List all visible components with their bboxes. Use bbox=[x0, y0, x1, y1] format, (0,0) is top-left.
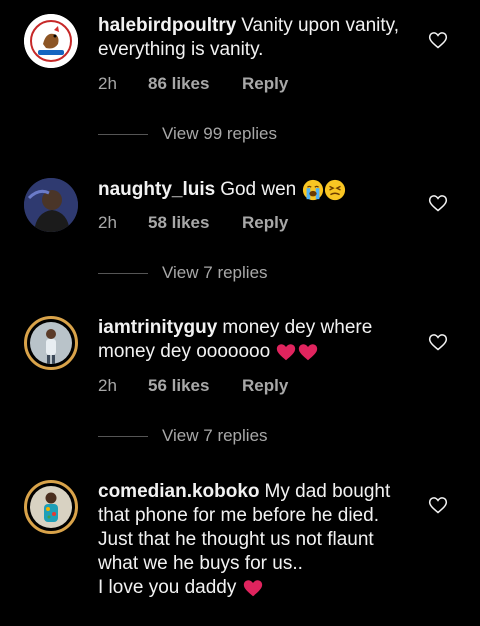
comment-body-line: I love you daddy bbox=[98, 577, 237, 598]
persevering-face-icon bbox=[324, 179, 345, 201]
red-heart-icon bbox=[243, 580, 262, 597]
avatar[interactable] bbox=[24, 480, 78, 534]
avatar[interactable] bbox=[24, 14, 78, 68]
like-heart-icon[interactable] bbox=[428, 193, 448, 213]
comment-body: God wen bbox=[220, 179, 297, 200]
like-heart-icon[interactable] bbox=[428, 30, 448, 50]
comment-text: iamtrinityguy money dey where money dey o… bbox=[98, 316, 418, 364]
profile-photo-icon bbox=[24, 178, 78, 232]
view-replies-label: View 7 replies bbox=[162, 426, 268, 445]
comment-text: comedian.koboko My dad bought that phone … bbox=[98, 480, 418, 600]
divider-line bbox=[98, 133, 148, 135]
likes-count[interactable]: 86 likes bbox=[148, 74, 242, 94]
red-heart-icon bbox=[277, 344, 296, 361]
likes-count[interactable]: 58 likes bbox=[148, 213, 242, 233]
like-heart-icon[interactable] bbox=[428, 495, 448, 515]
profile-photo-icon bbox=[30, 322, 72, 364]
view-replies-button[interactable]: View 7 replies bbox=[98, 426, 268, 446]
comment-body-line: Just that he thought us not flaunt what … bbox=[98, 529, 374, 574]
poultry-logo-icon bbox=[24, 14, 78, 68]
view-replies-label: View 99 replies bbox=[162, 124, 277, 143]
reply-button[interactable]: Reply bbox=[242, 213, 288, 233]
comment-text: halebirdpoultry Vanity upon vanity, every… bbox=[98, 14, 418, 62]
comment-username[interactable]: iamtrinityguy bbox=[98, 317, 217, 338]
avatar[interactable] bbox=[24, 316, 78, 370]
comment-meta: 2h 58 likes Reply bbox=[98, 213, 288, 233]
comment-meta: 2h 56 likes Reply bbox=[98, 376, 288, 396]
view-replies-label: View 7 replies bbox=[162, 263, 268, 282]
avatar[interactable] bbox=[24, 178, 78, 232]
comment-text: naughty_luis God wen bbox=[98, 178, 418, 202]
comment-username[interactable]: naughty_luis bbox=[98, 179, 215, 200]
comment-time: 2h bbox=[98, 213, 117, 232]
divider-line bbox=[98, 272, 148, 274]
reply-button[interactable]: Reply bbox=[242, 74, 288, 94]
comment-meta: 2h 86 likes Reply bbox=[98, 74, 288, 94]
like-heart-icon[interactable] bbox=[428, 332, 448, 352]
comment-time: 2h bbox=[98, 376, 117, 395]
red-heart-icon bbox=[299, 344, 318, 361]
profile-photo-icon bbox=[30, 486, 72, 528]
likes-count[interactable]: 56 likes bbox=[148, 376, 242, 396]
comment-username[interactable]: comedian.koboko bbox=[98, 481, 260, 502]
loudly-crying-face-icon bbox=[302, 179, 323, 201]
reply-button[interactable]: Reply bbox=[242, 376, 288, 396]
view-replies-button[interactable]: View 7 replies bbox=[98, 263, 268, 283]
comment-time: 2h bbox=[98, 74, 117, 93]
comment-username[interactable]: halebirdpoultry bbox=[98, 15, 236, 36]
divider-line bbox=[98, 435, 148, 437]
view-replies-button[interactable]: View 99 replies bbox=[98, 124, 277, 144]
